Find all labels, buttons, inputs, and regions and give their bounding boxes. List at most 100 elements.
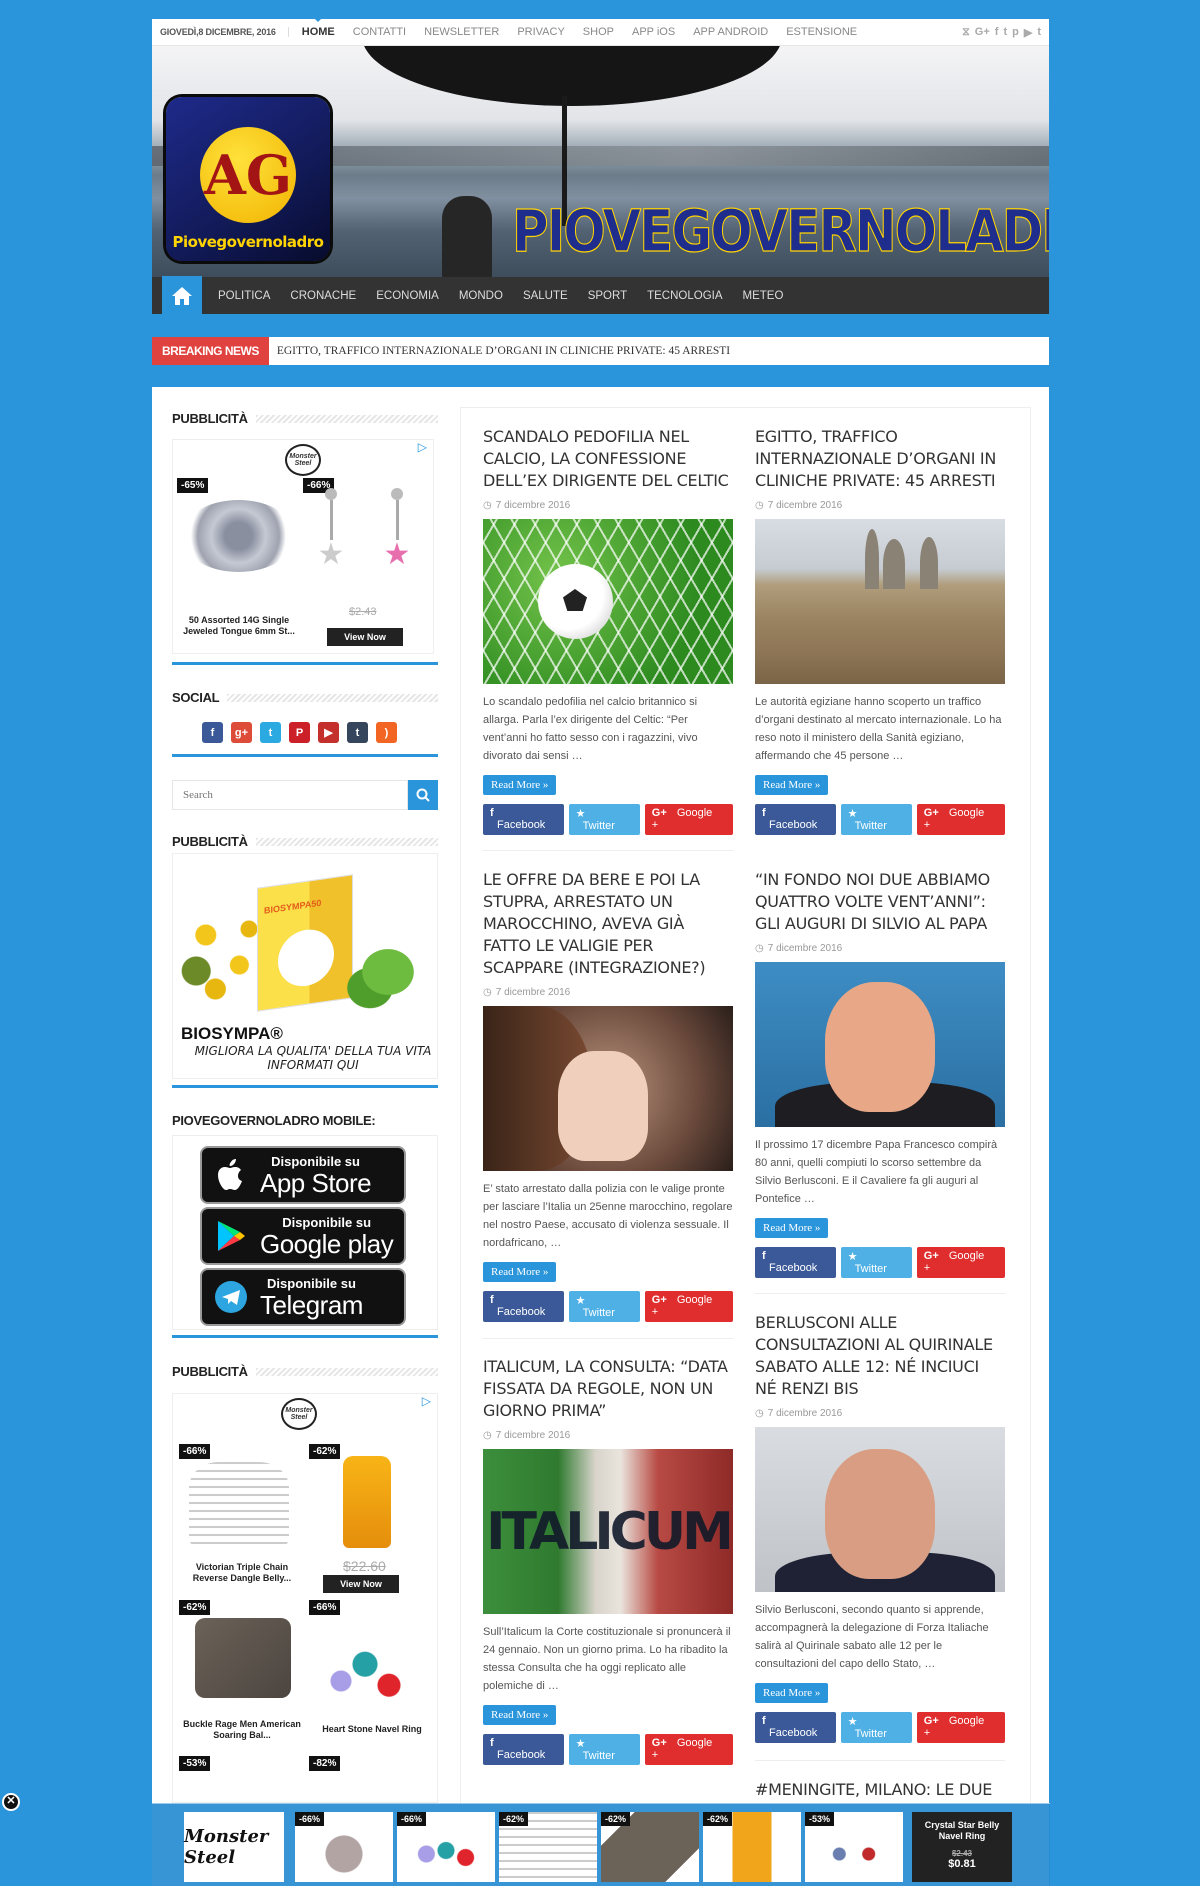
bottom-ad-product[interactable]: -53% [805,1812,903,1882]
share-facebook-button[interactable]: f Facebook [483,804,564,835]
home-button[interactable] [162,275,202,316]
google-play-button[interactable]: Disponibile su Google play [200,1207,406,1265]
article-image[interactable] [755,1427,1005,1592]
share-facebook-button[interactable]: f Facebook [755,804,836,835]
google-plus-icon[interactable]: G+ [975,26,990,39]
sidebar-ad-3[interactable]: Monster Steel ▷ -66% -62% Victorian Trip… [172,1393,438,1803]
top-menu-estensione[interactable]: ESTENSIONE [777,26,866,38]
product-caption[interactable]: Victorian Triple Chain Reverse Dangle Be… [179,1562,305,1584]
read-more-button[interactable]: Read More » [483,1262,557,1282]
youtube-icon[interactable]: ▶ [318,722,339,743]
nav-sport[interactable]: SPORT [578,290,637,302]
share-facebook-button[interactable]: f Facebook [483,1734,564,1765]
top-menu-home[interactable]: HOME [293,18,344,38]
share-facebook-button[interactable]: f Facebook [483,1291,564,1322]
article-image[interactable]: ITALICUM [483,1449,733,1614]
nav-salute[interactable]: SALUTE [513,290,578,302]
product-caption[interactable]: Heart Stone Navel Ring [309,1724,435,1735]
bottom-ad-product[interactable]: -62% [499,1812,597,1882]
read-more-button[interactable]: Read More » [755,1683,829,1703]
share-google-button[interactable]: G+ Google + [644,804,733,835]
tumblr-icon[interactable]: t [347,722,368,743]
share-google-button[interactable]: G+ Google + [644,1734,733,1765]
top-menu-newsletter[interactable]: NEWSLETTER [415,26,508,38]
share-google-button[interactable]: G+ Google + [916,1712,1005,1743]
share-twitter-button[interactable]: ★ Twitter [568,1734,640,1765]
twitter-icon[interactable]: t [260,722,281,743]
top-menu-app-android[interactable]: APP ANDROID [684,26,777,38]
top-menu-privacy[interactable]: PRIVACY [508,26,573,38]
adchoices-icon[interactable]: ▷ [418,440,427,454]
article-title[interactable]: “IN FONDO NOI DUE ABBIAMO QUATTRO VOLTE … [755,869,1005,935]
search-input[interactable] [172,780,408,810]
top-menu-app-ios[interactable]: APP iOS [623,26,684,38]
article-image[interactable] [755,519,1005,684]
bottom-ad-featured[interactable]: Crystal Star Belly Navel Ring $2.43 $0.8… [912,1812,1012,1882]
share-facebook-button[interactable]: f Facebook [755,1247,836,1278]
product-caption[interactable]: Buckle Rage Men American Soaring Bal... [179,1719,305,1741]
view-now-button[interactable]: View Now [323,1575,399,1593]
site-logo[interactable]: AG Piovegovernoladro [166,97,330,261]
nav-politica[interactable]: POLITICA [208,290,280,302]
site-title[interactable]: PIOVEGOVERNOLADRO [511,197,1049,265]
share-facebook-button[interactable]: f Facebook [755,1712,836,1743]
read-more-button[interactable]: Read More » [483,775,557,795]
store-small-text: Disponibile su [267,1275,356,1291]
adchoices-icon[interactable]: ▷ [422,1394,431,1408]
pinterest-icon[interactable]: P [289,722,310,743]
read-more-button[interactable]: Read More » [755,1218,829,1238]
read-more-button[interactable]: Read More » [483,1705,557,1725]
article-title[interactable]: LE OFFRE DA BERE E POI LA STUPRA, ARREST… [483,869,733,979]
youtube-icon[interactable]: ▶ [1024,26,1032,39]
share-twitter-button[interactable]: ★ Twitter [568,1291,640,1322]
share-twitter-button[interactable]: ★ Twitter [840,804,912,835]
rss-icon[interactable]: ⧖ [962,26,970,39]
nav-meteo[interactable]: METEO [733,290,794,302]
google-plus-icon[interactable]: g+ [231,722,252,743]
search-button[interactable] [408,780,438,810]
nav-cronache[interactable]: CRONACHE [280,290,366,302]
view-now-button[interactable]: View Now [327,628,403,646]
top-menu-contatti[interactable]: CONTATTI [344,26,415,38]
article-image[interactable] [483,1006,733,1171]
bottom-ad-bar[interactable]: Monster Steel -66% -66% -62% -62% -62% -… [152,1803,1050,1886]
nav-mondo[interactable]: MONDO [449,290,513,302]
breaking-news-headline[interactable]: EGITTO, TRAFFICO INTERNAZIONALE D’ORGANI… [269,345,730,357]
twitter-icon[interactable]: t [1003,26,1007,39]
app-store-button[interactable]: Disponibile su App Store [200,1146,406,1204]
top-menu-shop[interactable]: SHOP [574,26,623,38]
article-image[interactable] [483,519,733,684]
article-title[interactable]: BERLUSCONI ALLE CONSULTAZIONI AL QUIRINA… [755,1312,1005,1400]
share-google-button[interactable]: G+ Google + [916,1247,1005,1278]
discount-badge: -66% [179,1444,211,1459]
product-caption[interactable]: 50 Assorted 14G Single Jeweled Tongue 6m… [179,615,299,637]
read-more-button[interactable]: Read More » [755,775,829,795]
sidebar-ad-1[interactable]: Monster Steel ▷ -65% -66% ★ ★ 50 Assorte… [172,439,434,654]
article-title[interactable]: EGITTO, TRAFFICO INTERNAZIONALE D’ORGANI… [755,426,1005,492]
close-ad-button[interactable]: ✕ [2,1793,20,1811]
article-title[interactable]: ITALICUM, LA CONSULTA: “DATA FISSATA DA … [483,1356,733,1422]
sidebar-ad-biosympa[interactable]: BIOSYMPA50 BIOSYMPA® MIGLIORA LA QUALITA… [172,853,438,1079]
tumblr-icon[interactable]: t [1037,26,1041,39]
article-image[interactable] [755,962,1005,1127]
article-separator [483,850,733,851]
share-google-button[interactable]: G+ Google + [916,804,1005,835]
rss-icon[interactable]: ) [376,722,397,743]
bottom-ad-product[interactable]: -62% [703,1812,801,1882]
share-twitter-button[interactable]: ★ Twitter [568,804,640,835]
telegram-button[interactable]: Disponibile su Telegram [200,1268,406,1326]
article-title[interactable]: #MENINGITE, MILANO: LE DUE [755,1779,1005,1801]
pinterest-icon[interactable]: p [1012,26,1019,39]
article-title[interactable]: SCANDALO PEDOFILIA NEL CALCIO, LA CONFES… [483,426,733,492]
share-twitter-button[interactable]: ★ Twitter [840,1247,912,1278]
bottom-ad-product[interactable]: -62% [601,1812,699,1882]
bottom-ad-product[interactable]: -66% [295,1812,393,1882]
nav-tecnologia[interactable]: TECNOLOGIA [637,290,732,302]
share-google-button[interactable]: G+ Google + [644,1291,733,1322]
share-twitter-button[interactable]: ★ Twitter [840,1712,912,1743]
facebook-icon[interactable]: f [995,26,999,39]
facebook-icon[interactable]: f [202,722,223,743]
bottom-ad-product[interactable]: -66% [397,1812,495,1882]
top-bar: GIOVEDÌ,8 DICEMBRE, 2016 HOME CONTATTI N… [152,18,1049,46]
nav-economia[interactable]: ECONOMIA [366,290,449,302]
